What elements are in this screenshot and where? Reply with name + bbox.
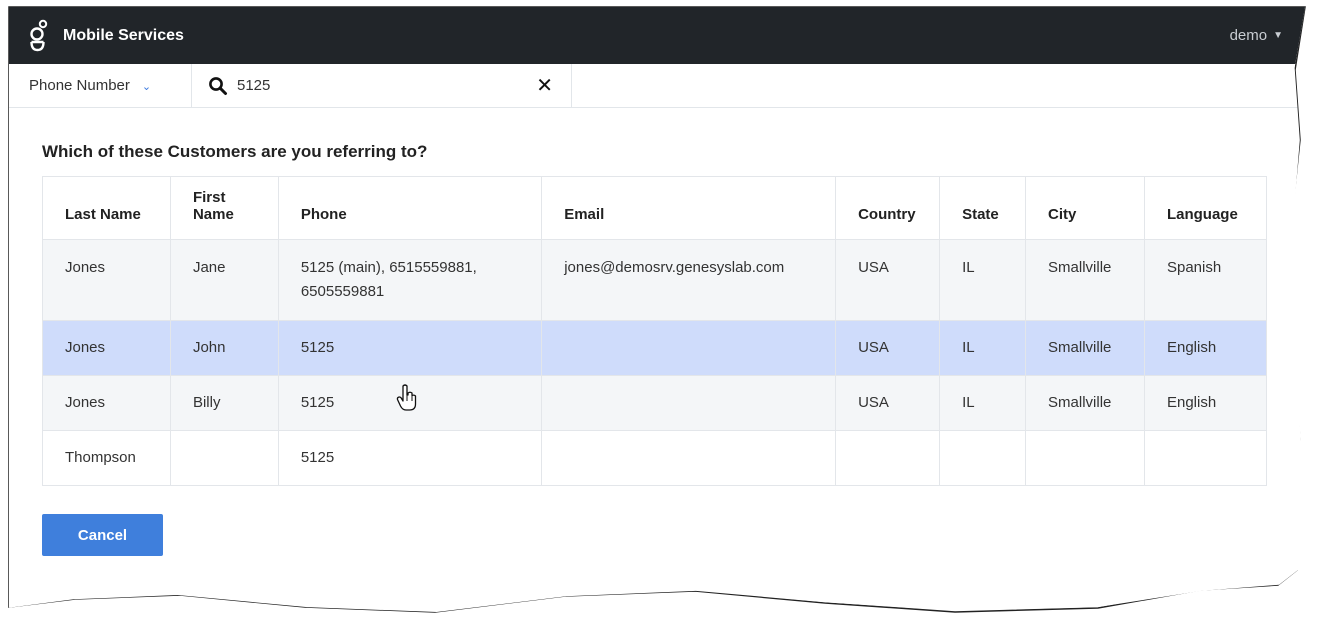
cell-country — [835, 430, 941, 486]
cell-last-name: Thompson — [42, 430, 171, 486]
cell-state: IL — [939, 375, 1027, 431]
clear-search-icon[interactable]: ✕ — [536, 76, 553, 96]
user-menu[interactable]: demo ▼ — [1230, 27, 1283, 44]
cell-email — [541, 375, 837, 431]
cell-language: English — [1143, 320, 1268, 376]
search-input[interactable] — [237, 77, 528, 94]
cell-last-name: Jones — [42, 239, 171, 321]
cell-state — [939, 430, 1027, 486]
cell-country: USA — [835, 320, 941, 376]
caret-down-icon: ▼ — [1273, 30, 1283, 41]
cell-country: USA — [835, 375, 941, 431]
column-header-language[interactable]: Language — [1143, 176, 1268, 240]
app-window: Mobile Services demo ▼ Phone Number ⌄ ✕ … — [9, 7, 1305, 612]
search-bar: Phone Number ⌄ ✕ — [9, 64, 1305, 108]
cell-language: English — [1143, 375, 1268, 431]
cancel-button[interactable]: Cancel — [42, 514, 163, 556]
cell-first-name: Jane — [169, 239, 279, 321]
cell-email — [541, 320, 837, 376]
cell-state: IL — [939, 320, 1027, 376]
cell-email — [541, 430, 837, 486]
hand-pointer-cursor-icon — [396, 384, 417, 411]
table-row[interactable]: Thompson 5125 — [42, 430, 1268, 486]
user-name: demo — [1229, 27, 1268, 44]
page-question: Which of these Customers are you referri… — [42, 142, 428, 161]
column-header-state[interactable]: State — [939, 176, 1027, 240]
column-header-country[interactable]: Country — [835, 176, 941, 240]
cell-state: IL — [939, 239, 1027, 321]
search-field-select-value: Phone Number — [29, 77, 130, 94]
search-icon — [209, 76, 227, 95]
brand: Mobile Services — [27, 19, 184, 53]
column-header-email[interactable]: Email — [541, 176, 837, 240]
column-header-last-name[interactable]: Last Name — [42, 176, 171, 240]
column-header-city[interactable]: City — [1025, 176, 1145, 240]
customer-results-table: Last Name First Name Phone Email Country… — [42, 176, 1268, 486]
cell-last-name: Jones — [42, 375, 171, 431]
cell-phone: 5125 — [277, 320, 543, 376]
column-header-phone[interactable]: Phone — [277, 176, 543, 240]
cell-phone: 5125 (main), 6515559881, 6505559881 — [277, 239, 543, 321]
cell-language — [1143, 430, 1268, 486]
cell-first-name — [169, 430, 279, 486]
app-title: Mobile Services — [63, 26, 184, 44]
cell-country: USA — [835, 239, 941, 321]
cell-email: jones@demosrv.genesyslab.com — [541, 239, 837, 321]
cell-language: Spanish — [1143, 239, 1268, 321]
cell-last-name: Jones — [42, 320, 171, 376]
cell-city: Smallville — [1025, 239, 1145, 321]
cell-first-name: John — [169, 320, 279, 376]
top-bar: Mobile Services demo ▼ — [9, 7, 1305, 64]
cell-city: Smallville — [1025, 375, 1145, 431]
main-content: Which of these Customers are you referri… — [9, 108, 1305, 556]
column-header-first-name[interactable]: First Name — [169, 176, 279, 240]
cell-first-name: Billy — [169, 375, 279, 431]
search-field-select[interactable]: Phone Number ⌄ — [9, 64, 192, 107]
table-header-row: Last Name First Name Phone Email Country… — [42, 176, 1268, 240]
table-row[interactable]: Jones Billy 5125 USA IL Smallville Engli… — [42, 375, 1268, 431]
chevron-down-icon: ⌄ — [141, 81, 152, 93]
genesys-logo-icon — [30, 19, 48, 51]
table-row[interactable]: Jones Jane 5125 (main), 6515559881, 6505… — [42, 239, 1268, 321]
cell-city — [1025, 430, 1145, 486]
cell-phone: 5125 — [277, 430, 543, 486]
table-row-selected[interactable]: Jones John 5125 USA IL Smallville Englis… — [42, 320, 1268, 376]
cell-city: Smallville — [1025, 320, 1145, 376]
search-box: ✕ — [192, 64, 572, 107]
